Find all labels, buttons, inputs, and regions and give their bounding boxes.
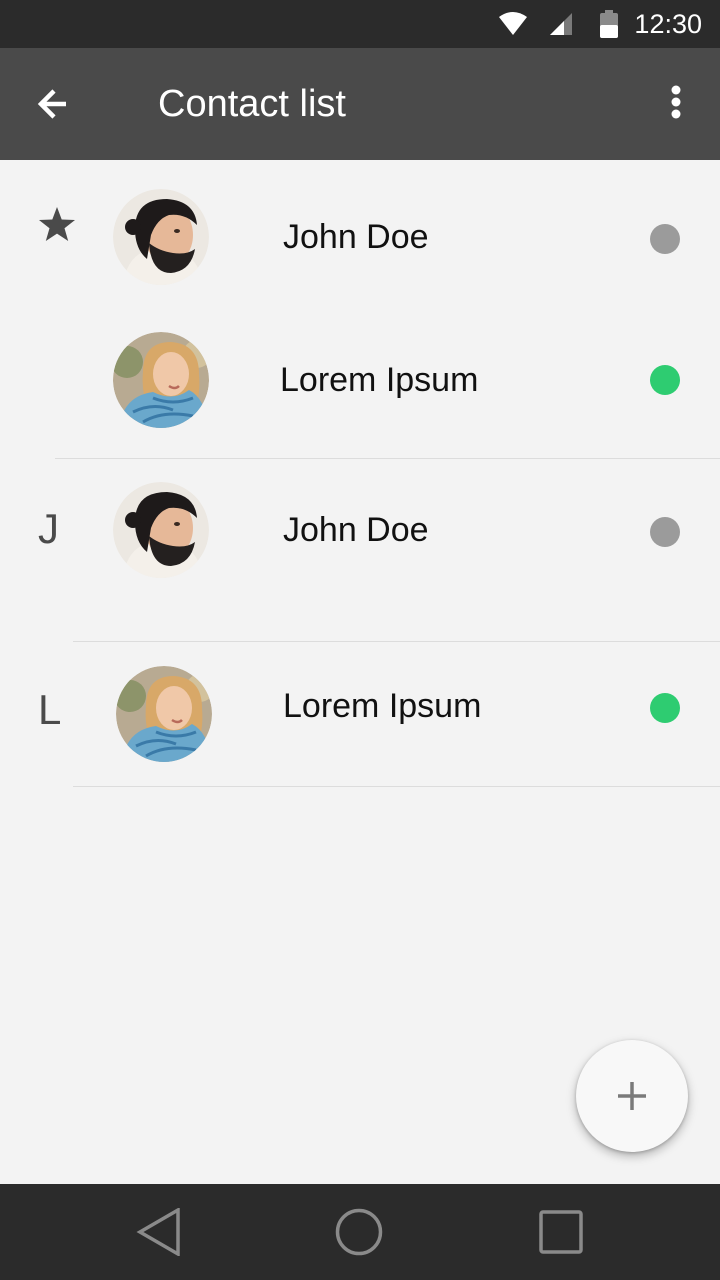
plus-icon bbox=[618, 1082, 646, 1110]
status-time: 12:30 bbox=[634, 8, 702, 39]
woman-avatar bbox=[116, 666, 212, 762]
status-online-dot bbox=[650, 365, 680, 395]
status-bar: 12:30 bbox=[0, 0, 720, 48]
contact-name: Lorem Ipsum bbox=[280, 361, 479, 399]
nav-back-button[interactable] bbox=[136, 1206, 184, 1258]
star-icon bbox=[39, 207, 75, 241]
back-triangle-icon bbox=[136, 1206, 180, 1258]
back-button[interactable] bbox=[28, 82, 80, 126]
nav-home-button[interactable] bbox=[335, 1208, 383, 1256]
contact-row[interactable]: L Lorem Ipsum bbox=[0, 656, 720, 786]
arrow-left-icon bbox=[37, 89, 66, 119]
divider bbox=[73, 641, 720, 642]
home-circle-icon bbox=[335, 1208, 383, 1256]
status-icons: 12:30 bbox=[498, 0, 702, 48]
contact-name: Lorem Ipsum bbox=[283, 687, 482, 725]
page-title: Contact list bbox=[158, 83, 346, 125]
overflow-menu-button[interactable] bbox=[656, 82, 696, 126]
contact-name: John Doe bbox=[283, 218, 429, 256]
section-letter: J bbox=[38, 505, 59, 552]
signal-icon bbox=[550, 13, 573, 35]
contact-row[interactable]: J John Doe bbox=[0, 470, 720, 640]
avatar bbox=[113, 332, 209, 428]
contact-row[interactable]: Lorem Ipsum bbox=[0, 322, 720, 440]
app-bar: Contact list bbox=[0, 48, 720, 160]
nav-recents-button[interactable] bbox=[537, 1208, 585, 1256]
avatar bbox=[116, 666, 212, 762]
contact-name: John Doe bbox=[283, 511, 429, 549]
avatar bbox=[113, 482, 209, 578]
wifi-icon bbox=[499, 12, 528, 35]
status-offline-dot bbox=[650, 224, 680, 254]
avatar bbox=[113, 189, 209, 285]
contact-row[interactable]: John Doe bbox=[0, 180, 720, 298]
status-online-dot bbox=[650, 693, 680, 723]
woman-avatar bbox=[113, 332, 209, 428]
divider bbox=[73, 786, 720, 787]
man-avatar bbox=[113, 482, 209, 578]
recents-square-icon bbox=[539, 1210, 583, 1254]
navigation-bar bbox=[0, 1184, 720, 1280]
divider bbox=[55, 458, 720, 459]
more-vert-icon bbox=[671, 85, 681, 119]
battery-icon bbox=[600, 10, 619, 38]
status-offline-dot bbox=[650, 517, 680, 547]
section-letter: L bbox=[38, 686, 62, 733]
man-avatar bbox=[113, 189, 209, 285]
add-contact-button[interactable] bbox=[576, 1040, 688, 1152]
